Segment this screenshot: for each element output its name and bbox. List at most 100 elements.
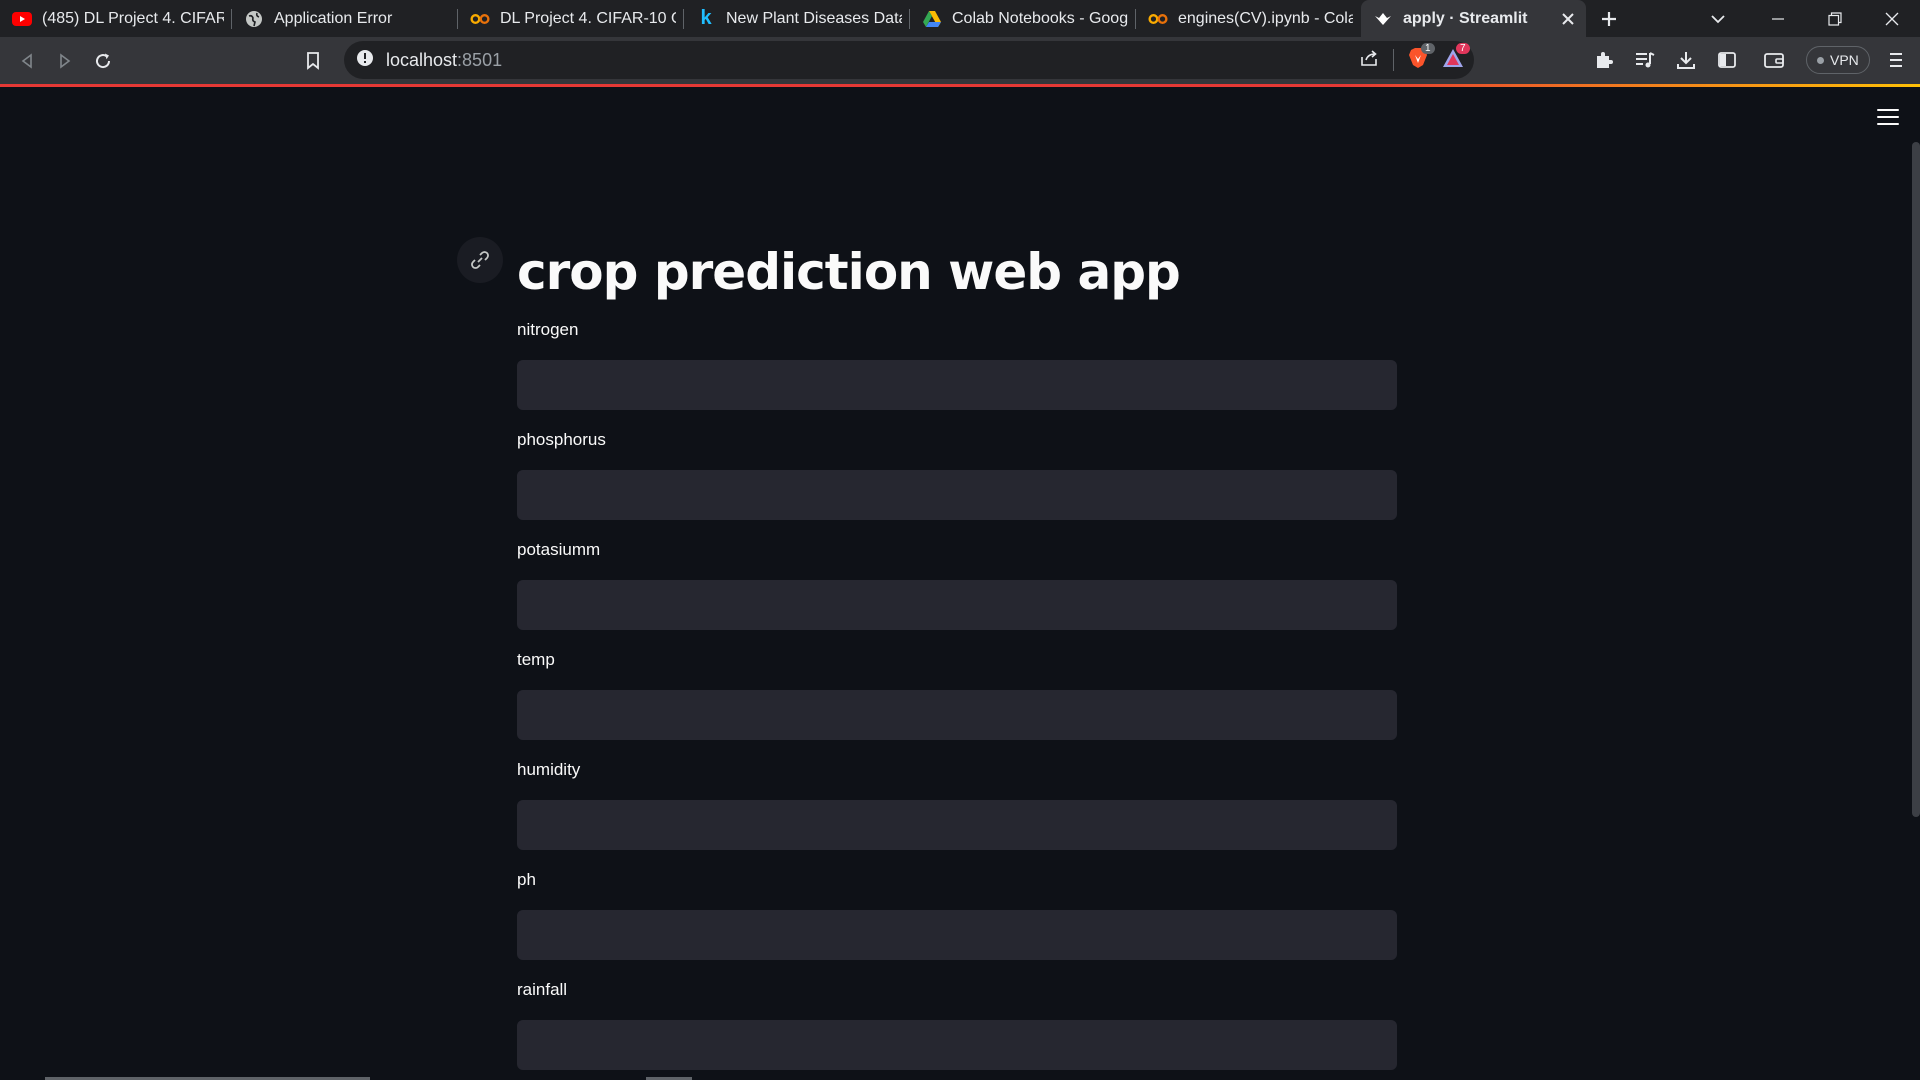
main-menu-button[interactable] [1877, 41, 1915, 79]
field-label: nitrogen [517, 320, 579, 339]
nitrogen-field: nitrogen [517, 320, 1397, 410]
close-icon [1885, 12, 1898, 25]
rainfall-field: rainfall [517, 980, 1397, 1070]
playlist-icon [1636, 52, 1655, 68]
media-controls-button[interactable] [1626, 41, 1664, 79]
window-controls [1749, 0, 1920, 37]
puzzle-icon [1597, 52, 1613, 68]
reload-icon [96, 53, 111, 68]
field-label: potasiumm [517, 540, 601, 559]
tab-title: engines(CV).ipynb - Colabo [1178, 9, 1353, 27]
browser-toolbar: localhost:8501 1 7 VPN [0, 37, 1920, 84]
temp-field: temp [517, 650, 1397, 740]
phosphorus-input[interactable] [517, 470, 1397, 520]
app-menu-button[interactable] [1874, 105, 1902, 129]
share-button[interactable] [1359, 49, 1379, 72]
sidebar-icon [1718, 52, 1736, 68]
ph-input[interactable] [517, 910, 1397, 960]
tab-title: apply · Streamlit [1403, 9, 1528, 27]
sidebar-button[interactable] [1708, 41, 1746, 79]
tab-title: Application Error [274, 9, 393, 27]
bookmark-icon [307, 51, 319, 70]
rewards-badge: 7 [1456, 42, 1470, 54]
forward-button[interactable] [46, 42, 84, 80]
globe-icon [244, 9, 264, 29]
header-anchor-link[interactable] [457, 237, 503, 283]
hamburger-line [1877, 109, 1899, 111]
site-info-icon[interactable] [356, 49, 374, 72]
bookmark-button[interactable] [294, 42, 332, 80]
wallet-button[interactable] [1755, 41, 1793, 79]
tab-title: New Plant Diseases Dataset [726, 9, 902, 27]
brave-shields-button[interactable]: 1 [1408, 42, 1435, 74]
colab-icon [1148, 9, 1168, 29]
streamlit-page: crop prediction web app nitrogen phospho… [0, 87, 1920, 1080]
phosphorus-field: phosphorus [517, 430, 1397, 520]
brave-badge: 1 [1421, 42, 1435, 54]
tab-youtube[interactable]: (485) DL Project 4. CIFAR - [0, 0, 232, 37]
tab-streamlit-active[interactable]: apply · Streamlit [1361, 0, 1586, 37]
field-label: ph [517, 870, 536, 889]
download-icon [1677, 52, 1695, 69]
field-label: temp [517, 650, 555, 669]
toolbar-actions: VPN [1585, 41, 1915, 79]
back-arrow-icon [21, 52, 32, 69]
tab-title: Colab Notebooks - Google [952, 9, 1128, 27]
link-icon [471, 251, 489, 269]
url-text: localhost:8501 [386, 50, 502, 71]
new-tab-button[interactable] [1586, 0, 1632, 37]
tab-drive[interactable]: Colab Notebooks - Google [910, 0, 1136, 37]
close-window-button[interactable] [1863, 0, 1920, 37]
humidity-input[interactable] [517, 800, 1397, 850]
temp-input[interactable] [517, 690, 1397, 740]
tab-colab-cifar[interactable]: DL Project 4. CIFAR-10 Obje [458, 0, 684, 37]
potassium-field: potasiumm [517, 540, 1397, 630]
extensions-button[interactable] [1585, 41, 1623, 79]
back-button[interactable] [8, 42, 46, 80]
colab-icon [470, 9, 490, 29]
forward-arrow-icon [60, 52, 71, 69]
plus-icon [1602, 11, 1616, 26]
tab-colab-engines[interactable]: engines(CV).ipynb - Colabo [1136, 0, 1361, 37]
tab-title: (485) DL Project 4. CIFAR - [42, 9, 224, 27]
minimize-icon [1771, 17, 1784, 20]
tab-close-icon[interactable] [1558, 9, 1578, 29]
vpn-status-dot [1817, 56, 1824, 64]
omnibox-divider [1393, 49, 1394, 71]
vpn-button[interactable]: VPN [1806, 46, 1870, 74]
url-port: :8501 [457, 49, 503, 70]
tab-search-button[interactable] [1694, 0, 1742, 37]
url-host: localhost [386, 49, 458, 70]
field-label: phosphorus [517, 430, 606, 449]
share-icon [1361, 49, 1377, 66]
kaggle-icon: k [700, 7, 712, 29]
restore-button[interactable] [1806, 0, 1863, 37]
nitrogen-input[interactable] [517, 360, 1397, 410]
menu-icon [1889, 53, 1902, 67]
wallet-icon [1764, 53, 1784, 68]
tab-title: DL Project 4. CIFAR-10 Obje [500, 9, 676, 27]
chevron-down-icon [1711, 14, 1725, 23]
hamburger-line [1877, 116, 1899, 118]
drive-icon [922, 9, 942, 29]
page-scrollbar[interactable] [1912, 142, 1920, 817]
address-bar[interactable]: localhost:8501 1 7 [344, 41, 1474, 79]
potassium-input[interactable] [517, 580, 1397, 630]
page-title: crop prediction web app [517, 243, 1181, 301]
reload-button[interactable] [84, 42, 122, 80]
downloads-button[interactable] [1667, 41, 1705, 79]
hamburger-line [1877, 123, 1899, 125]
brave-rewards-button[interactable]: 7 [1442, 42, 1470, 73]
field-label: rainfall [517, 980, 568, 999]
restore-icon [1827, 11, 1842, 26]
tab-kaggle[interactable]: k New Plant Diseases Dataset [684, 0, 910, 37]
youtube-icon [12, 9, 32, 29]
rainfall-input[interactable] [517, 1020, 1397, 1070]
field-label: humidity [517, 760, 581, 779]
minimize-button[interactable] [1749, 0, 1806, 37]
title-row: crop prediction web app [517, 232, 1181, 312]
streamlit-icon [1373, 9, 1393, 29]
humidity-field: humidity [517, 760, 1397, 850]
vpn-label: VPN [1830, 52, 1859, 68]
tab-application-error[interactable]: Application Error [232, 0, 458, 37]
